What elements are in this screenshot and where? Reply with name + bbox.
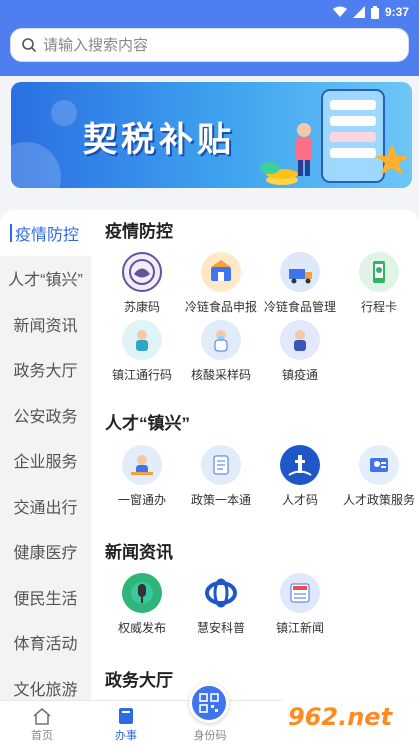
service-talent-policy[interactable]: 人才政策服务 [338,445,419,508]
service-pass-code[interactable]: 镇江通行码 [101,320,183,383]
sidebar-item-label: 公安政务 [13,408,78,426]
service-label: 慧安科普 [196,621,245,635]
one-window-icon [122,445,162,485]
search-bar[interactable] [10,28,409,62]
sidebar-item-label: 新闻资讯 [13,317,78,335]
service-coldchain-report[interactable]: 冷链食品申报 [180,252,262,315]
microphone-globe-icon [122,573,162,613]
status-bar: 9:37 [332,4,409,20]
service-label: 权威发布 [117,621,166,635]
sidebar-item-talent[interactable]: 人才“镇兴” [0,256,91,302]
sidebar-item-sports[interactable]: 体育活动 [0,620,91,666]
content-panel: 疫情防控 人才“镇兴” 新闻资讯 政务大厅 公安政务 企业服务 交通出行 健康医… [0,210,419,700]
battery-icon [370,5,379,19]
service-one-window[interactable]: 一窗通办 [101,445,183,508]
service-label: 人才码 [281,493,318,507]
book-icon [119,708,133,724]
sidebar-item-label: 政务大厅 [13,363,78,381]
nucleic-test-icon [201,320,241,360]
nav-service[interactable]: 办事 [96,705,156,743]
status-time: 9:37 [384,5,409,19]
service-zhenjiang-news[interactable]: 镇江新闻 [259,573,341,636]
section-title: 新闻资讯 [105,543,173,562]
service-label: 苏康码 [123,300,160,314]
decor-circle [11,142,61,188]
sidebar-item-life[interactable]: 便民生活 [0,574,91,620]
sidebar-item-label: 体育活动 [13,636,78,654]
category-sidebar: 疫情防控 人才“镇兴” 新闻资讯 政务大厅 公安政务 企业服务 交通出行 健康医… [0,210,91,700]
header: 9:37 [0,0,419,76]
service-epidemic[interactable]: 镇疫通 [259,320,341,383]
signal-icon [352,6,365,18]
service-science[interactable]: 慧安科普 [180,573,262,636]
sidebar-item-police[interactable]: 公安政务 [0,392,91,438]
sidebar-item-epidemic[interactable]: 疫情防控 [0,210,91,256]
news-paper-icon [280,573,320,613]
search-input[interactable] [43,36,383,54]
sidebar-item-label: 疫情防控 [15,226,80,244]
nav-label: 身份码 [193,730,227,742]
search-icon [22,38,37,53]
service-label: 行程卡 [360,300,397,314]
sidebar-item-label: 便民生活 [13,590,78,608]
service-list: 疫情防控 苏康码 冷链食品申报 冷链食品管理 行程卡 镇江通行码 核酸采样码 镇… [91,210,419,700]
service-policy-book[interactable]: 政策一本通 [180,445,262,508]
service-talent-code[interactable]: 人才码 [259,445,341,508]
service-official-release[interactable]: 权威发布 [101,573,183,636]
pass-code-icon [122,320,162,360]
id-code-button[interactable] [189,683,229,723]
watermark: 962.net [282,699,419,745]
decor-circle [51,100,77,126]
sidebar-item-label: 健康医疗 [13,545,78,563]
service-itinerary-card[interactable]: 行程卡 [338,252,419,315]
sidebar-item-culture[interactable]: 文化旅游 [0,665,91,700]
sukang-logo-icon [122,252,162,292]
sidebar-item-enterprise[interactable]: 企业服务 [0,438,91,484]
nav-home[interactable]: 首页 [12,705,72,743]
sidebar-item-news[interactable]: 新闻资讯 [0,301,91,347]
service-label: 冷链食品申报 [184,300,257,314]
banner-illustration [260,89,409,185]
sidebar-item-government-hall[interactable]: 政务大厅 [0,347,91,393]
itinerary-card-icon [359,252,399,292]
service-label: 一窗通办 [117,493,166,507]
service-nucleic-test[interactable]: 核酸采样码 [180,320,262,383]
wifi-icon [332,6,347,17]
section-title: 疫情防控 [105,222,173,241]
service-label: 冷链食品管理 [263,300,336,314]
sidebar-item-label: 交通出行 [13,499,78,517]
epidemic-service-icon [280,320,320,360]
section-title: 人才“镇兴” [105,414,190,433]
qr-code-icon [199,693,219,713]
home-icon [33,707,51,725]
sidebar-item-health[interactable]: 健康医疗 [0,529,91,575]
talent-policy-icon [359,445,399,485]
service-label: 核酸采样码 [190,368,251,382]
service-label: 镇江新闻 [275,621,324,635]
coldchain-report-icon [201,252,241,292]
service-coldchain-manage[interactable]: 冷链食品管理 [259,252,341,315]
service-label: 镇江通行码 [111,368,172,382]
promo-banner[interactable]: 契税补贴 [11,82,412,188]
sidebar-item-label: 人才“镇兴” [8,272,83,290]
service-label: 镇疫通 [281,368,318,382]
talent-code-icon [280,445,320,485]
banner-title: 契税补贴 [83,120,235,160]
service-sukang[interactable]: 苏康码 [101,252,183,315]
watermark-logo: 962.net [288,703,393,731]
nav-id-code[interactable]: 身份码 [180,727,240,743]
nav-label: 办事 [115,730,137,742]
section-title: 政务大厅 [105,671,173,690]
coldchain-manage-icon [280,252,320,292]
policy-book-icon [201,445,241,485]
sidebar-item-transport[interactable]: 交通出行 [0,483,91,529]
service-label: 政策一本通 [190,493,251,507]
sidebar-item-label: 企业服务 [13,454,78,472]
service-label: 人才政策服务 [342,493,415,507]
science-logo-icon [201,573,241,613]
sidebar-item-label: 文化旅游 [13,681,78,699]
nav-label: 首页 [31,730,53,742]
